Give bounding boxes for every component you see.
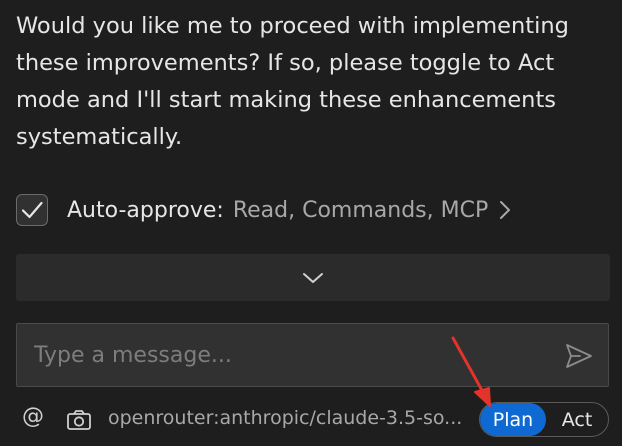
auto-approve-checkbox[interactable] <box>16 194 48 226</box>
bottom-toolbar: @ openrouter:anthropic/claude-3.5-so... … <box>0 400 622 440</box>
expand-bar[interactable] <box>16 254 610 301</box>
auto-approve-values: Read, Commands, MCP <box>232 197 489 223</box>
send-icon <box>566 344 592 368</box>
checkmark-icon <box>21 201 43 219</box>
mention-button[interactable]: @ <box>22 404 44 429</box>
model-selector[interactable]: openrouter:anthropic/claude-3.5-so... <box>108 407 462 429</box>
chevron-down-icon <box>303 272 323 283</box>
auto-approve-row[interactable]: Auto-approve: Read, Commands, MCP <box>16 192 512 228</box>
mode-toggle[interactable]: Plan Act <box>479 402 609 437</box>
auto-approve-label: Auto-approve: <box>67 197 224 223</box>
plan-mode-button[interactable]: Plan <box>480 403 546 436</box>
chat-panel: Would you like me to proceed with implem… <box>0 0 622 446</box>
chevron-right-icon[interactable] <box>498 199 512 221</box>
camera-icon[interactable] <box>66 408 92 432</box>
message-input-box <box>16 323 609 387</box>
message-input[interactable] <box>34 338 554 372</box>
assistant-message: Would you like me to proceed with implem… <box>16 13 569 150</box>
send-button[interactable] <box>563 340 595 372</box>
act-mode-button[interactable]: Act <box>546 403 608 436</box>
